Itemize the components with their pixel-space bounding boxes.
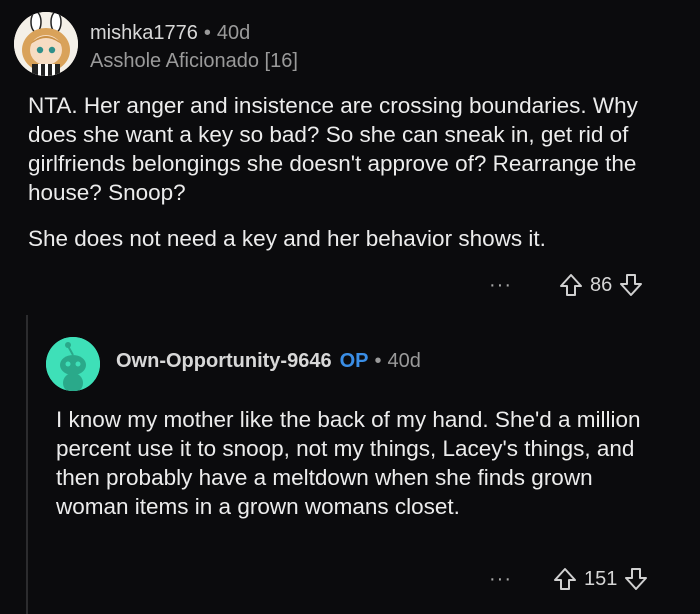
comment: mishka1776 • 40d Asshole Aficionado [16] N… xyxy=(0,0,700,320)
comment-age: 40d xyxy=(387,350,421,372)
comment-header: Own-Opportunity-9646 OP • 40d xyxy=(116,350,421,373)
more-options-icon[interactable]: ··· xyxy=(489,568,512,591)
snoo-avatar-icon xyxy=(46,337,100,391)
user-avatar[interactable] xyxy=(46,337,100,391)
comment-paragraph: She does not need a key and her behavior… xyxy=(28,226,546,251)
upvote-icon[interactable] xyxy=(552,566,578,592)
downvote-icon[interactable] xyxy=(618,272,644,298)
username[interactable]: mishka1776 xyxy=(90,22,198,44)
username[interactable]: Own-Opportunity-9646 xyxy=(116,350,332,372)
comment-paragraph: NTA. Her anger and insistence are crossi… xyxy=(28,93,638,205)
separator-dot: • xyxy=(203,22,211,44)
comment-body: NTA. Her anger and insistence are crossi… xyxy=(28,91,678,253)
comment-header: mishka1776 • 40d xyxy=(90,22,250,45)
vote-score: 151 xyxy=(583,567,618,590)
comment-age: 40d xyxy=(216,22,251,44)
op-badge: OP xyxy=(339,350,369,372)
comment-paragraph: I know my mother like the back of my han… xyxy=(56,407,641,519)
thread-line[interactable] xyxy=(26,315,28,614)
anime-avatar-icon xyxy=(14,12,78,76)
vote-score: 86 xyxy=(589,273,613,296)
separator-dot: • xyxy=(374,350,382,372)
comment-body: I know my mother like the back of my han… xyxy=(56,405,656,521)
user-avatar[interactable] xyxy=(14,12,78,76)
comment-actions: ··· 151 xyxy=(489,566,649,592)
upvote-icon[interactable] xyxy=(558,272,584,298)
comment-actions: ··· 86 xyxy=(489,272,644,298)
downvote-icon[interactable] xyxy=(623,566,649,592)
user-flair: Asshole Aficionado [16] xyxy=(90,50,298,72)
more-options-icon[interactable]: ··· xyxy=(489,274,512,297)
